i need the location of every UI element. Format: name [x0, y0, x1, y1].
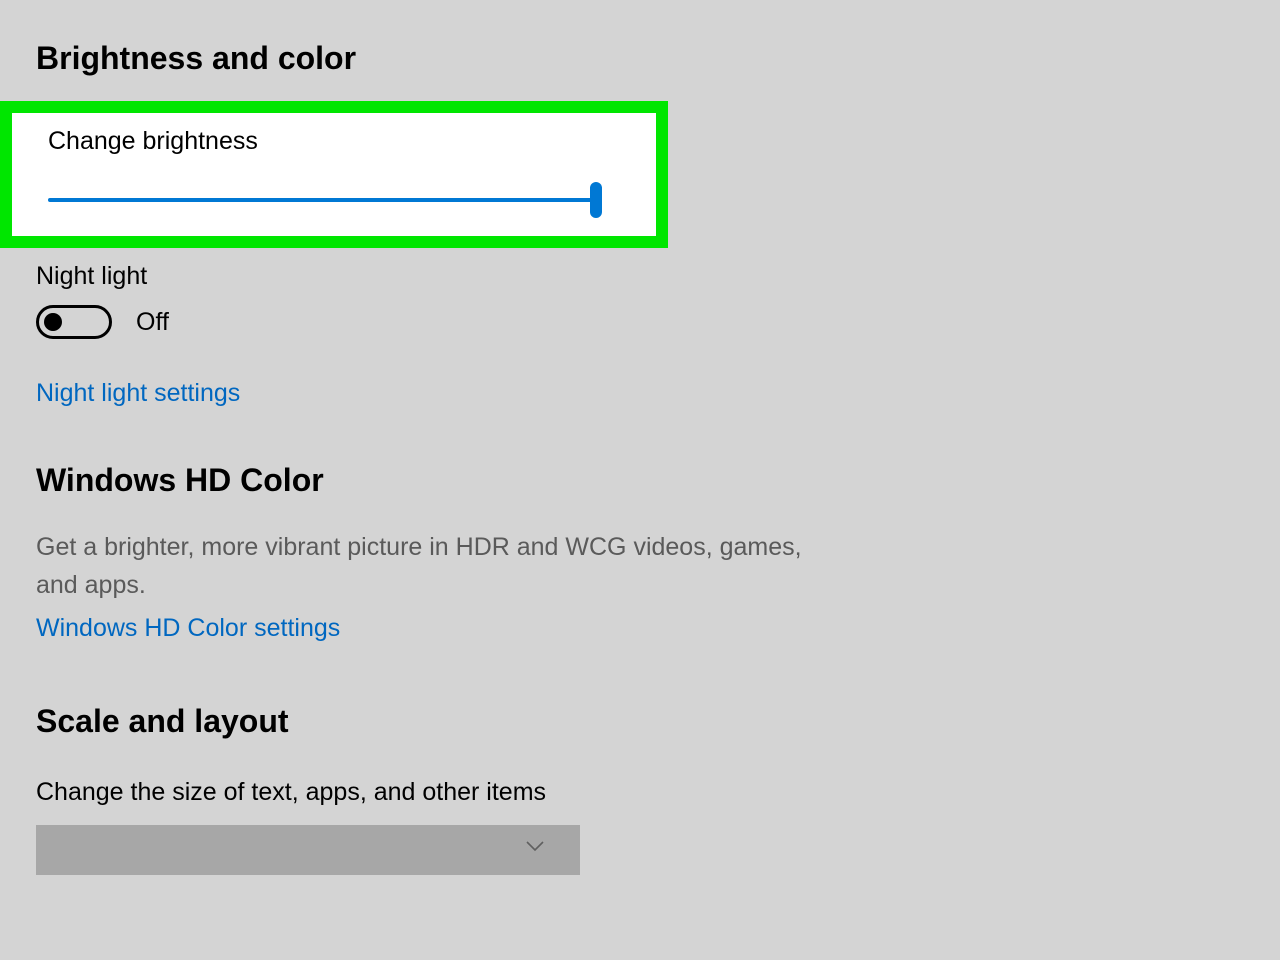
night-light-settings-link[interactable]: Night light settings	[36, 379, 240, 408]
scale-label: Change the size of text, apps, and other…	[36, 778, 1280, 807]
windows-hd-color-heading: Windows HD Color	[36, 462, 1280, 499]
highlighted-brightness-area: Change brightness	[0, 101, 668, 248]
hd-color-settings-link[interactable]: Windows HD Color settings	[36, 614, 340, 643]
night-light-state: Off	[136, 308, 169, 337]
slider-thumb[interactable]	[590, 182, 602, 218]
night-light-label: Night light	[36, 262, 1280, 291]
change-brightness-label: Change brightness	[48, 127, 634, 156]
chevron-down-icon	[526, 841, 544, 859]
slider-track	[48, 198, 596, 202]
toggle-knob	[44, 313, 62, 331]
scale-dropdown[interactable]	[36, 825, 580, 875]
hd-color-description: Get a brighter, more vibrant picture in …	[36, 529, 806, 604]
brightness-slider[interactable]	[48, 186, 596, 214]
night-light-toggle[interactable]	[36, 305, 112, 339]
scale-layout-heading: Scale and layout	[36, 703, 1280, 740]
brightness-color-heading: Brightness and color	[36, 40, 1280, 77]
